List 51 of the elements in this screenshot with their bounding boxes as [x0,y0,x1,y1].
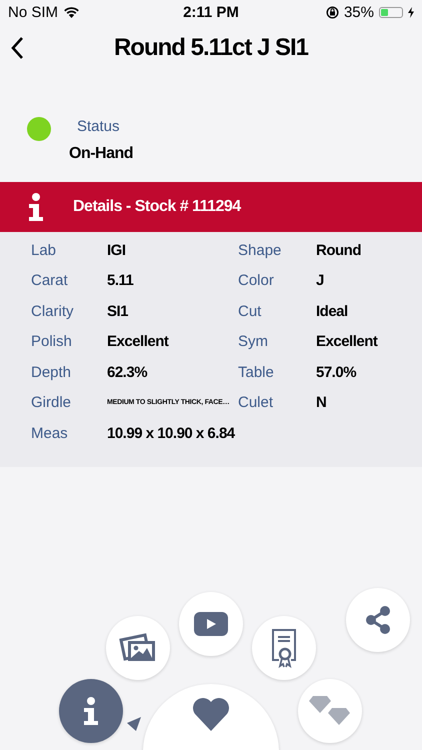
page-title: Round 5.11ct J SI1 [114,34,308,62]
status-value: On-Hand [69,145,134,163]
video-play-icon [194,612,228,636]
detail-value: Excellent [107,333,170,350]
share-icon [365,606,391,634]
details-header: Details - Stock # 111294 [73,198,241,216]
info-button[interactable] [59,679,123,743]
back-button[interactable] [10,36,24,60]
carrier-label: No SIM [8,4,58,20]
photos-icon [118,632,158,664]
detail-label: Depth [31,364,72,381]
battery-percent: 35% [344,4,374,20]
detail-value: 57.0% [316,364,358,381]
wifi-icon [63,6,80,18]
detail-value: J [316,272,325,290]
rotation-lock-icon [326,6,339,18]
detail-label: Lab [31,242,58,259]
detail-value: Ideal [316,302,349,320]
video-button[interactable] [179,592,243,656]
diamonds-icon [309,696,351,726]
detail-value: Round [316,242,362,259]
detail-value: 5.11 [107,272,134,290]
clock-time: 2:11 PM [183,4,239,20]
detail-label: Color [238,272,275,290]
status-label: Status [77,118,121,135]
certificate-button[interactable] [252,616,316,680]
pointer-icon [127,717,141,731]
detail-label: Polish [31,333,73,350]
battery-icon [379,6,403,18]
detail-value: N [316,394,328,412]
detail-label: Cut [238,302,262,320]
detail-label: Shape [238,242,282,259]
share-button[interactable] [346,588,410,652]
info-icon [28,193,44,221]
charging-icon [408,6,414,18]
info-icon [83,697,99,725]
detail-value: 62.3% [107,364,148,381]
detail-value: SI1 [107,302,130,320]
detail-value: 10.99 x 10.90 x 6.84 [107,424,236,442]
detail-label: Girdle [31,394,72,412]
detail-label: Sym [238,333,269,350]
certificate-icon [271,628,297,668]
detail-label: Meas [31,424,69,442]
detail-label: Culet [238,394,274,412]
gallery-button[interactable] [106,616,170,680]
detail-label: Clarity [31,302,75,320]
heart-icon [192,697,230,731]
detail-label: Table [238,364,275,381]
detail-value: Excellent [316,333,379,350]
detail-label: Carat [31,272,69,290]
detail-value: IGI [107,242,127,259]
